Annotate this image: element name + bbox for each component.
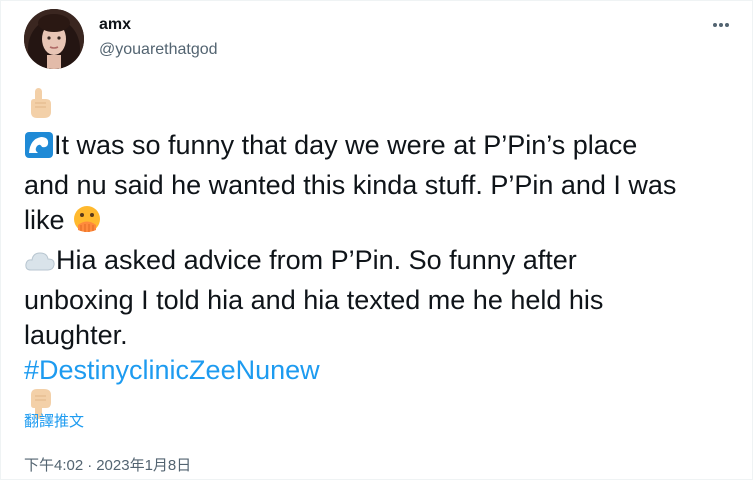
cloud-emoji: [24, 248, 56, 283]
tweet-time: 下午4:02: [24, 457, 84, 474]
emoji-line-bottom: [24, 388, 739, 429]
hashtag-link[interactable]: #DestinyclinicZeeNunew: [24, 355, 320, 385]
text-line-3: like: [24, 203, 739, 243]
wave-emoji: [24, 131, 54, 168]
face-hand-over-mouth-emoji: [72, 204, 102, 243]
text-line-1: It was so funny that day we were at P’Pi…: [24, 128, 739, 168]
pointing-up-emoji: [24, 87, 54, 128]
tweet-date: 2023年1月8日: [96, 457, 192, 474]
tweet-line-4: Hia asked advice from P’Pin. So funny af…: [56, 245, 577, 275]
tweet-card: amx @youarethatgod It was so funny that …: [0, 0, 753, 480]
hashtag-line: #DestinyclinicZeeNunew: [24, 353, 739, 388]
author-names: amx @youarethatgod: [99, 15, 218, 60]
tweet-timestamp[interactable]: 下午4:02 · 2023年1月8日: [24, 454, 191, 475]
tweet-line-3: like: [24, 205, 65, 235]
tweet-line-5: unboxing I told hia and hia texted me he…: [24, 285, 604, 315]
tweet-line-1: It was so funny that day we were at P’Pi…: [54, 130, 638, 160]
avatar[interactable]: [24, 9, 84, 69]
display-name[interactable]: amx: [99, 15, 218, 35]
tweet-text: It was so funny that day we were at P’Pi…: [24, 87, 739, 429]
tweet-line-2: and nu said he wanted this kinda stuff. …: [24, 170, 677, 200]
user-handle[interactable]: @youarethatgod: [99, 40, 218, 60]
timestamp-separator: ·: [87, 457, 93, 474]
tweet-header: amx @youarethatgod: [24, 9, 739, 71]
emoji-line-top: [24, 87, 739, 128]
text-line-4: Hia asked advice from P’Pin. So funny af…: [24, 243, 739, 283]
translate-tweet-link[interactable]: 翻譯推文: [24, 410, 84, 431]
more-options-icon[interactable]: [709, 13, 733, 37]
tweet-line-6: laughter.: [24, 320, 128, 350]
